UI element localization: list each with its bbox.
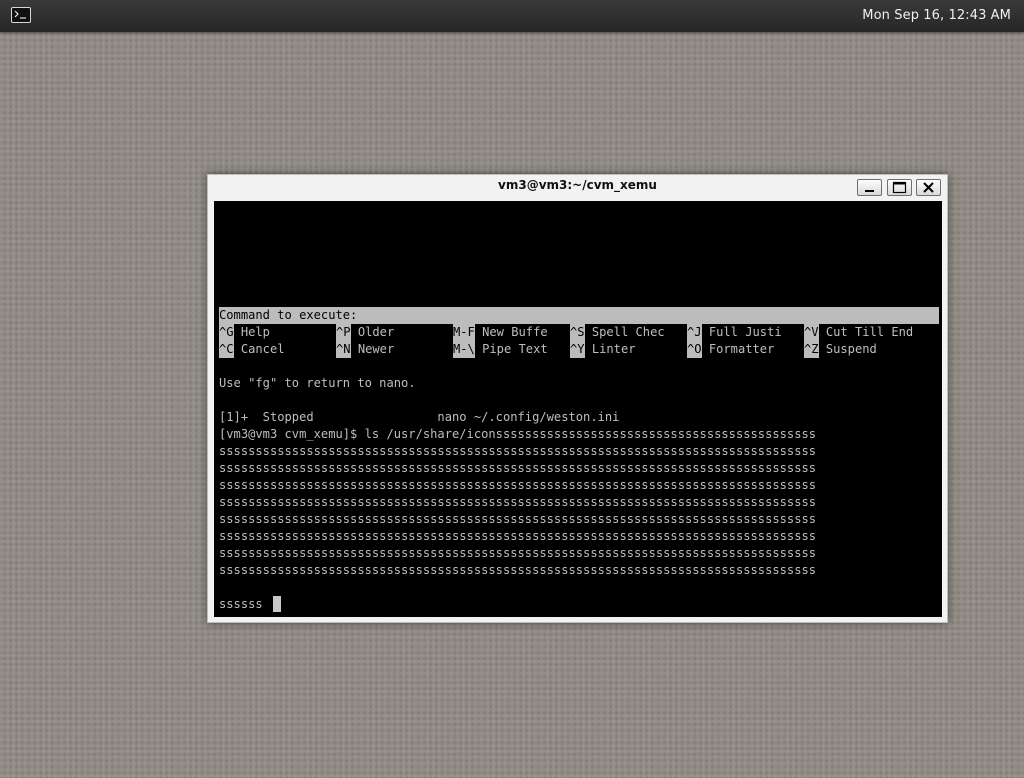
terminal-area[interactable]: Command to execute: ^G Help ^P Older M-F… [214,201,942,617]
shortcut-label: Cancel [240,342,285,356]
shortcut-key: ^C [219,341,234,358]
minimize-button[interactable] [857,179,882,196]
close-button[interactable] [916,179,941,196]
close-icon [923,182,934,193]
window-title: vm3@vm3:~/cvm_xemu [498,178,657,192]
shortcut-formatter: ^O Formatter [687,341,774,358]
terminal-input-line: ssssss [219,597,263,611]
shortcut-label: Cut Till End [825,325,914,339]
terminal-line: [1]+ Stopped nano ~/.config/weston.ini [219,410,620,424]
shortcut-help: ^G Help [219,324,270,341]
terminal-line: Use "fg" to return to nano. [219,376,416,390]
shortcut-label: Formatter [708,342,775,356]
shortcut-label: Help [240,325,270,339]
nano-status-bar: Command to execute: [219,307,939,324]
terminal-line: ssssssssssssssssssssssssssssssssssssssss… [219,444,817,458]
terminal-line: ssssssssssssssssssssssssssssssssssssssss… [219,461,817,475]
shortcut-full-justify: ^J Full Justi [687,324,782,341]
shortcut-cancel: ^C Cancel [219,341,285,358]
shortcut-key: ^Z [804,341,819,358]
nano-status-text: Command to execute: [219,308,358,322]
shortcut-suspend: ^Z Suspend [804,341,877,358]
shortcut-label: Pipe Text [482,342,548,356]
shortcut-newer: ^N Newer [336,341,394,358]
terminal-line: ssssssssssssssssssssssssssssssssssssssss… [219,495,817,509]
shortcut-key: ^Y [570,341,585,358]
shortcut-linter: ^Y Linter [570,341,636,358]
shortcut-key: ^P [336,324,351,341]
shortcut-new-buffer: M-F New Buffe [453,324,548,341]
top-panel: Mon Sep 16, 12:43 AM [0,0,1024,32]
terminal-icon [14,10,26,19]
shortcut-key: ^G [219,324,234,341]
minimize-icon [865,190,874,192]
shortcut-key: ^J [687,324,702,341]
shortcut-label: Older [357,325,395,339]
terminal-line: ssssssssssssssssssssssssssssssssssssssss… [219,546,817,560]
shortcut-key: ^S [570,324,585,341]
maximize-button[interactable] [887,179,912,196]
text-cursor [273,596,281,612]
shortcut-cut-till-end: ^V Cut Till End [804,324,913,341]
terminal-line: ssssssssssssssssssssssssssssssssssssssss… [219,512,817,526]
terminal-launcher-button[interactable] [11,7,31,23]
terminal-line: ssssssssssssssssssssssssssssssssssssssss… [219,563,817,577]
clock: Mon Sep 16, 12:43 AM [862,8,1011,23]
terminal-prompt-line: [vm3@vm3 cvm_xemu]$ ls /usr/share/iconss… [219,427,817,441]
shortcut-pipe-text: M-\ Pipe Text [453,341,548,358]
shortcut-older: ^P Older [336,324,394,341]
terminal-line: ssssssssssssssssssssssssssssssssssssssss… [219,529,817,543]
shortcut-label: Full Justi [708,325,782,339]
shortcut-key: ^V [804,324,819,341]
terminal-line: ssssssssssssssssssssssssssssssssssssssss… [219,478,817,492]
shortcut-key: ^N [336,341,351,358]
maximize-icon [892,181,907,194]
shortcut-key: ^O [687,341,702,358]
shortcut-label: Linter [591,342,636,356]
shortcut-spell-check: ^S Spell Chec [570,324,665,341]
window-titlebar[interactable]: vm3@vm3:~/cvm_xemu [208,175,947,200]
shortcut-label: Newer [357,342,395,356]
terminal-window[interactable]: vm3@vm3:~/cvm_xemu Command to execute: ^… [207,174,948,623]
shortcut-label: Spell Chec [591,325,665,339]
shortcut-key: M-F [453,324,475,341]
shortcut-label: New Buffe [482,325,548,339]
shortcut-key: M-\ [453,341,475,358]
shortcut-label: Suspend [825,342,877,356]
